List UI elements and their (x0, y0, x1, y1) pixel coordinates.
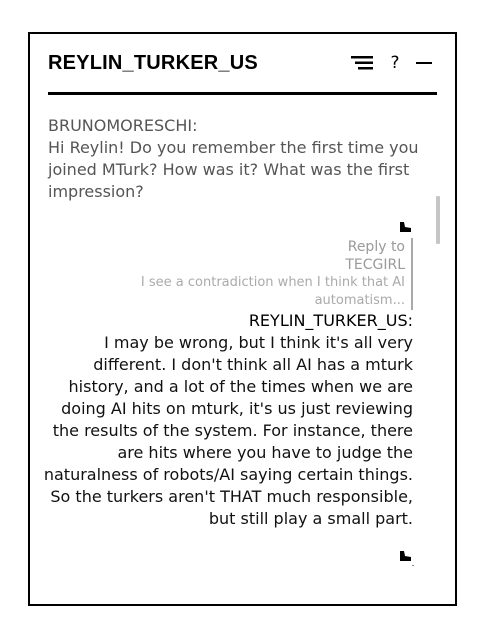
scrollbar-thumb[interactable] (436, 196, 440, 244)
reply-to-user: TECGIRL (345, 257, 405, 273)
minimize-icon (416, 62, 432, 64)
quoted-text: I see a contradiction when I think that … (140, 275, 405, 308)
menu-lines-icon (351, 56, 373, 70)
message-text: Hi Reylin! Do you remember the first tim… (48, 138, 419, 201)
reply-to-label: Reply to (347, 239, 405, 255)
message-text: I may be wrong, but I think it's all ver… (43, 333, 413, 528)
reply-button[interactable] (398, 548, 412, 562)
divider-dot (412, 565, 414, 566)
message-brunomoreschi: BRUNOMORESCHI: Hi Reylin! Do you remembe… (48, 115, 433, 203)
reply-quote[interactable]: Reply to TECGIRL I see a contradiction w… (115, 238, 413, 310)
title-bar: REYLIN_TURKER_US ? (48, 34, 437, 95)
chat-window: REYLIN_TURKER_US ? BRUNOMORESCHI: Hi Rey… (28, 32, 457, 606)
message-author: BRUNOMORESCHI: (48, 116, 198, 135)
window-title: REYLIN_TURKER_US (48, 52, 258, 74)
reply-button[interactable] (398, 219, 412, 233)
messages-area[interactable]: BRUNOMORESCHI: Hi Reylin! Do you remembe… (30, 95, 455, 604)
reply-arrow-icon (400, 222, 411, 232)
reply-arrow-icon (400, 551, 411, 561)
minimize-button[interactable] (414, 50, 434, 76)
help-button[interactable]: ? (387, 50, 403, 76)
message-reylin: REYLIN_TURKER_US: I may be wrong, but I … (38, 310, 413, 530)
message-author: REYLIN_TURKER_US: (248, 311, 413, 330)
menu-button[interactable] (349, 50, 375, 76)
